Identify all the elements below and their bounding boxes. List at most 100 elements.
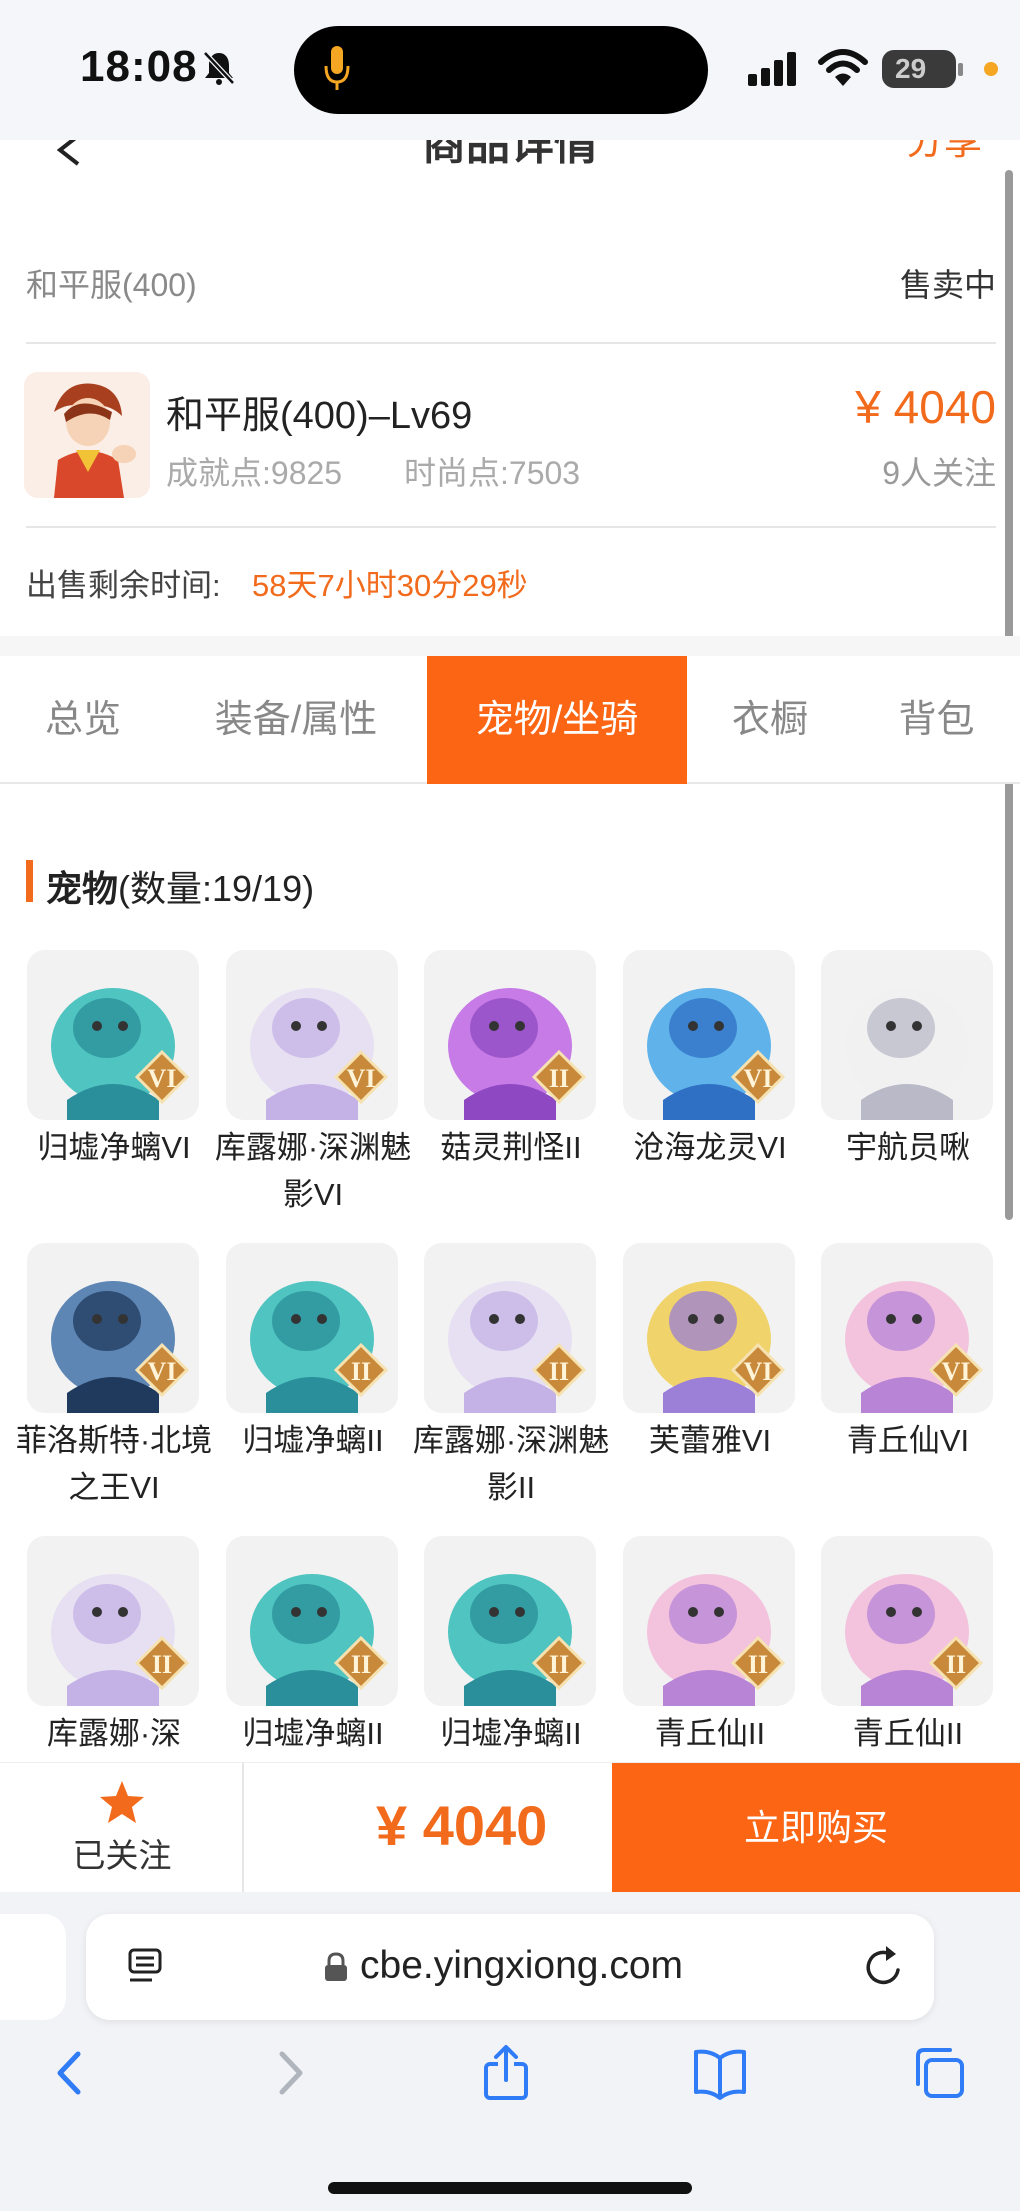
lock-icon xyxy=(325,1952,347,1981)
bookmarks-icon[interactable] xyxy=(692,2044,748,2102)
battery-level: 29 xyxy=(895,53,927,84)
svg-text:II: II xyxy=(351,1357,371,1386)
pet-image: VI xyxy=(623,950,795,1120)
svg-text:II: II xyxy=(351,1650,371,1679)
svg-text:II: II xyxy=(946,1650,966,1679)
dynamic-island xyxy=(294,26,708,114)
pet-portrait-icon: VI xyxy=(27,950,199,1120)
detail-tabs: 总览 装备/属性 宠物/坐骑 衣橱 背包 xyxy=(0,656,1020,784)
section-title-text: 宠物 xyxy=(46,868,119,909)
microphone-icon xyxy=(324,46,350,90)
pet-name: 库露娜·深渊魅影VI xyxy=(214,1130,412,1212)
divider xyxy=(26,526,996,528)
pet-portrait-icon: II xyxy=(424,950,596,1120)
pet-image: II xyxy=(623,1536,795,1706)
remaining-time-label: 出售剩余时间: xyxy=(26,568,221,603)
tab-wardrobe[interactable]: 衣橱 xyxy=(687,656,853,784)
svg-text:II: II xyxy=(549,1357,569,1386)
tabs-icon[interactable] xyxy=(910,2044,966,2102)
browser-toolbar: cbe.yingxiong.com xyxy=(0,1892,1020,2211)
product-price: ¥ 4040 xyxy=(855,381,996,433)
bottom-price: ¥ 4040 xyxy=(376,1794,548,1857)
star-icon xyxy=(100,1781,144,1823)
pet-name: 青丘仙II xyxy=(852,1716,964,1751)
pet-image: II xyxy=(821,1536,993,1706)
pet-name: 宇航员啾 xyxy=(846,1130,970,1165)
share-icon[interactable] xyxy=(478,2044,534,2102)
pet-name: 菇灵荆怪II xyxy=(440,1130,582,1165)
back-icon[interactable] xyxy=(42,2044,98,2102)
pet-portrait-icon: II xyxy=(424,1536,596,1706)
follow-label: 已关注 xyxy=(72,1837,172,1874)
pet-name: 芙蕾雅VI xyxy=(648,1423,772,1458)
section-title: 宠物(数量:19/19) xyxy=(46,860,314,912)
remaining-time-value: 58天7小时30分29秒 xyxy=(252,568,528,603)
pet-image: II xyxy=(424,1536,596,1706)
tab-equipment[interactable]: 装备/属性 xyxy=(166,656,426,784)
divider xyxy=(26,342,996,344)
pet-portrait-icon: II xyxy=(424,1243,596,1413)
pet-name: 归墟净螭II xyxy=(242,1716,384,1751)
bottom-action-bar: 已关注 ¥ 4040 立即购买 xyxy=(0,1762,1020,1892)
bell-muted-icon xyxy=(203,51,235,85)
share-button[interactable]: 分享 xyxy=(906,140,982,165)
address-bar[interactable]: cbe.yingxiong.com xyxy=(86,1914,934,2020)
pet-portrait-icon xyxy=(821,950,993,1120)
achievement-points: 成就点:9825 xyxy=(166,455,343,491)
pet-image xyxy=(821,950,993,1120)
pet-portrait-icon: II xyxy=(623,1536,795,1706)
status-bar: 18:08 29 xyxy=(0,0,1020,140)
pet-name: 青丘仙II xyxy=(654,1716,766,1751)
privacy-indicator-dot xyxy=(984,62,998,76)
pet-image: II xyxy=(226,1536,398,1706)
server-name: 和平服(400) xyxy=(26,267,197,303)
pet-name: 菲洛斯特·北境之王VI xyxy=(15,1423,213,1505)
svg-text:VI: VI xyxy=(744,1357,773,1386)
pet-portrait-icon: II xyxy=(821,1536,993,1706)
tab-overview[interactable]: 总览 xyxy=(0,656,166,784)
cellular-signal-icon xyxy=(748,52,796,86)
fashion-points: 时尚点:7503 xyxy=(404,455,581,491)
page-header: 商品详情 分享 xyxy=(0,140,1020,180)
pet-name: 归墟净螭II xyxy=(242,1423,384,1458)
svg-text:VI: VI xyxy=(148,1064,177,1093)
pet-image: VI xyxy=(27,950,199,1120)
buy-now-button[interactable]: 立即购买 xyxy=(612,1763,1020,1892)
pet-name: 库露娜·深渊魅影II xyxy=(412,1423,610,1505)
pet-name: 归墟净螭II xyxy=(440,1716,582,1751)
pet-image: II xyxy=(424,950,596,1120)
pet-portrait-icon: VI xyxy=(226,950,398,1120)
wifi-icon xyxy=(818,49,868,86)
server-row: 和平服(400) 售卖中 xyxy=(26,256,996,303)
follow-button[interactable]: 已关注 xyxy=(0,1763,244,1892)
page-menu-icon[interactable] xyxy=(126,1946,166,1986)
pet-name: 库露娜·深 xyxy=(46,1716,182,1751)
tab-pets-mounts[interactable]: 宠物/坐骑 xyxy=(427,656,687,784)
previous-tab-card[interactable] xyxy=(0,1914,66,2020)
pet-image: II xyxy=(226,1243,398,1413)
forward-icon[interactable] xyxy=(262,2044,318,2102)
pet-image: VI xyxy=(27,1243,199,1413)
pet-image: II xyxy=(424,1243,596,1413)
role-avatar[interactable] xyxy=(24,372,150,498)
reload-icon[interactable] xyxy=(862,1944,906,1990)
pet-image: VI xyxy=(226,950,398,1120)
tab-backpack[interactable]: 背包 xyxy=(853,656,1020,784)
pet-name: 青丘仙VI xyxy=(846,1423,970,1458)
role-name: 和平服(400)–Lv69 xyxy=(166,395,473,437)
pet-portrait-icon: VI xyxy=(821,1243,993,1413)
svg-text:II: II xyxy=(152,1650,172,1679)
svg-text:VI: VI xyxy=(347,1064,376,1093)
svg-text:VI: VI xyxy=(744,1064,773,1093)
follower-count: 9人关注 xyxy=(882,455,996,491)
section-accent-bar xyxy=(26,860,33,902)
battery-icon: 29 xyxy=(882,50,963,88)
pet-image: II xyxy=(27,1536,199,1706)
svg-text:II: II xyxy=(549,1650,569,1679)
page-title: 商品详情 xyxy=(422,140,598,169)
svg-text:II: II xyxy=(549,1064,569,1093)
pet-portrait-icon: VI xyxy=(623,1243,795,1413)
pet-portrait-icon: VI xyxy=(27,1243,199,1413)
sale-status: 售卖中 xyxy=(899,267,996,303)
pet-portrait-icon: II xyxy=(27,1536,199,1706)
